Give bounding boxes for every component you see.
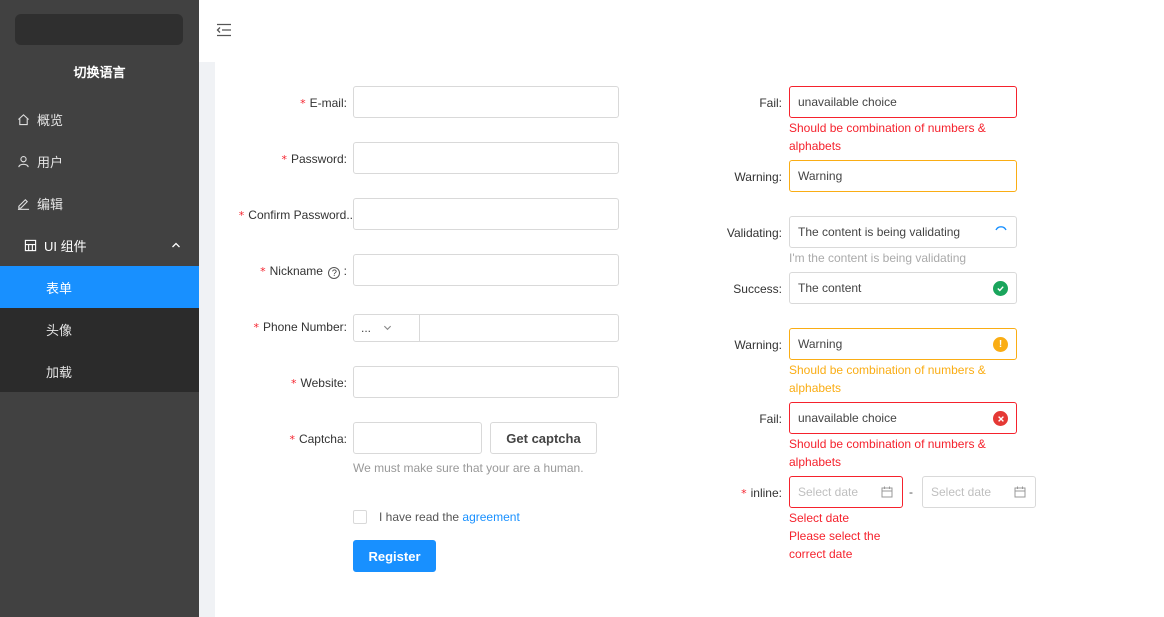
main-content: * E-mail: * Password: * Confirm Password.. … bbox=[199, 0, 1164, 617]
fail-help-2: alphabets bbox=[789, 139, 842, 153]
captcha-help: We must make sure that your are a human. bbox=[353, 461, 584, 475]
warning-label: Warning: bbox=[734, 170, 782, 184]
captcha-label: * Captcha: bbox=[289, 432, 347, 446]
fail2-help: Should be combination of numbers & bbox=[789, 437, 986, 451]
calendar-icon bbox=[881, 486, 893, 501]
email-label: * E-mail: bbox=[300, 96, 347, 110]
exclamation-circle-icon: ! bbox=[993, 337, 1008, 352]
fail-input[interactable]: unavailable choice bbox=[789, 86, 1017, 118]
fail2-input[interactable]: unavailable choice bbox=[789, 402, 1017, 434]
date-picker-start[interactable]: Select date bbox=[789, 476, 903, 508]
logo bbox=[15, 14, 183, 45]
nickname-input[interactable] bbox=[353, 254, 619, 286]
website-label: * Website: bbox=[291, 376, 347, 390]
sidebar-item-edit[interactable]: 编辑 bbox=[0, 182, 199, 224]
agreement-link[interactable]: agreement bbox=[462, 510, 519, 524]
sidebar-item-label: 概览 bbox=[37, 112, 64, 128]
agreement-text: I have read the agreement bbox=[379, 510, 520, 524]
warning-input[interactable]: Warning bbox=[789, 160, 1017, 192]
phone-prefix-select[interactable]: ... bbox=[354, 315, 420, 341]
get-captcha-button[interactable]: Get captcha bbox=[490, 422, 597, 454]
loading-icon bbox=[994, 225, 1008, 242]
sidebar-item-users[interactable]: 用户 bbox=[0, 140, 199, 182]
calendar-icon bbox=[1014, 486, 1026, 501]
warning2-help: Should be combination of numbers & bbox=[789, 363, 986, 377]
validating-help: I'm the content is being validating bbox=[789, 251, 967, 265]
warning2-input[interactable]: Warning ! bbox=[789, 328, 1017, 360]
phone-group: ... bbox=[353, 314, 619, 342]
phone-input[interactable] bbox=[420, 315, 618, 341]
confirm-password-label: * Confirm Password.. bbox=[238, 208, 353, 222]
sidebar-item-overview[interactable]: 概览 bbox=[0, 98, 199, 140]
sidebar-item-label: 编辑 bbox=[37, 196, 64, 212]
date-separator: - bbox=[909, 485, 913, 499]
question-circle-icon[interactable]: ? bbox=[328, 267, 341, 279]
inline-help-3: correct date bbox=[789, 547, 853, 561]
fail-help: Should be combination of numbers & bbox=[789, 121, 986, 135]
sidebar: 切换语言 概览 用户 编辑 UI 组件 表单 头像 加载 bbox=[0, 0, 199, 617]
validating-label: Validating: bbox=[726, 226, 782, 240]
chevron-up-icon bbox=[171, 238, 181, 253]
sidebar-item-loading[interactable]: 加载 bbox=[0, 350, 199, 392]
sidebar-item-ui-components[interactable]: UI 组件 bbox=[0, 224, 199, 266]
email-input[interactable] bbox=[353, 86, 619, 118]
user-icon bbox=[16, 154, 30, 168]
sidebar-item-form[interactable]: 表单 bbox=[0, 266, 199, 308]
menu-fold-icon[interactable] bbox=[216, 22, 232, 41]
nickname-label: * Nickname ? : bbox=[260, 264, 347, 279]
inline-help-2: Please select the bbox=[789, 529, 881, 543]
edit-icon bbox=[16, 196, 30, 210]
close-circle-icon bbox=[993, 411, 1008, 426]
inline-label: * inline: bbox=[741, 486, 782, 500]
sidebar-item-label: 用户 bbox=[37, 154, 64, 170]
warning2-help-2: alphabets bbox=[789, 381, 842, 395]
fail-label: Fail: bbox=[759, 96, 782, 110]
appstore-icon bbox=[23, 238, 37, 252]
captcha-input[interactable] bbox=[353, 422, 482, 454]
validating-input[interactable]: The content is being validating bbox=[789, 216, 1017, 248]
sidebar-item-label: UI 组件 bbox=[44, 238, 87, 254]
password-input[interactable] bbox=[353, 142, 619, 174]
language-switch[interactable]: 切换语言 bbox=[0, 62, 199, 81]
check-circle-icon bbox=[993, 281, 1008, 296]
agreement-checkbox[interactable] bbox=[353, 510, 367, 524]
website-input[interactable] bbox=[353, 366, 619, 398]
success-label: Success: bbox=[733, 282, 782, 296]
inline-help-1: Select date bbox=[789, 511, 850, 525]
sidebar-item-avatar[interactable]: 头像 bbox=[0, 308, 199, 350]
phone-label: * Phone Number: bbox=[253, 320, 347, 334]
date-picker-end[interactable]: Select date bbox=[922, 476, 1036, 508]
fail2-label: Fail: bbox=[759, 412, 782, 426]
warning2-label: Warning: bbox=[734, 338, 782, 352]
sidebar-item-label: 表单 bbox=[46, 280, 73, 296]
home-icon bbox=[16, 112, 30, 126]
password-label: * Password: bbox=[281, 152, 347, 166]
fail2-help-2: alphabets bbox=[789, 455, 842, 469]
success-input[interactable]: The content bbox=[789, 272, 1017, 304]
sidebar-item-label: 加载 bbox=[46, 364, 73, 380]
sidebar-item-label: 头像 bbox=[46, 322, 73, 338]
register-button[interactable]: Register bbox=[353, 540, 436, 572]
confirm-password-input[interactable] bbox=[353, 198, 619, 230]
chevron-down-icon bbox=[383, 321, 392, 335]
